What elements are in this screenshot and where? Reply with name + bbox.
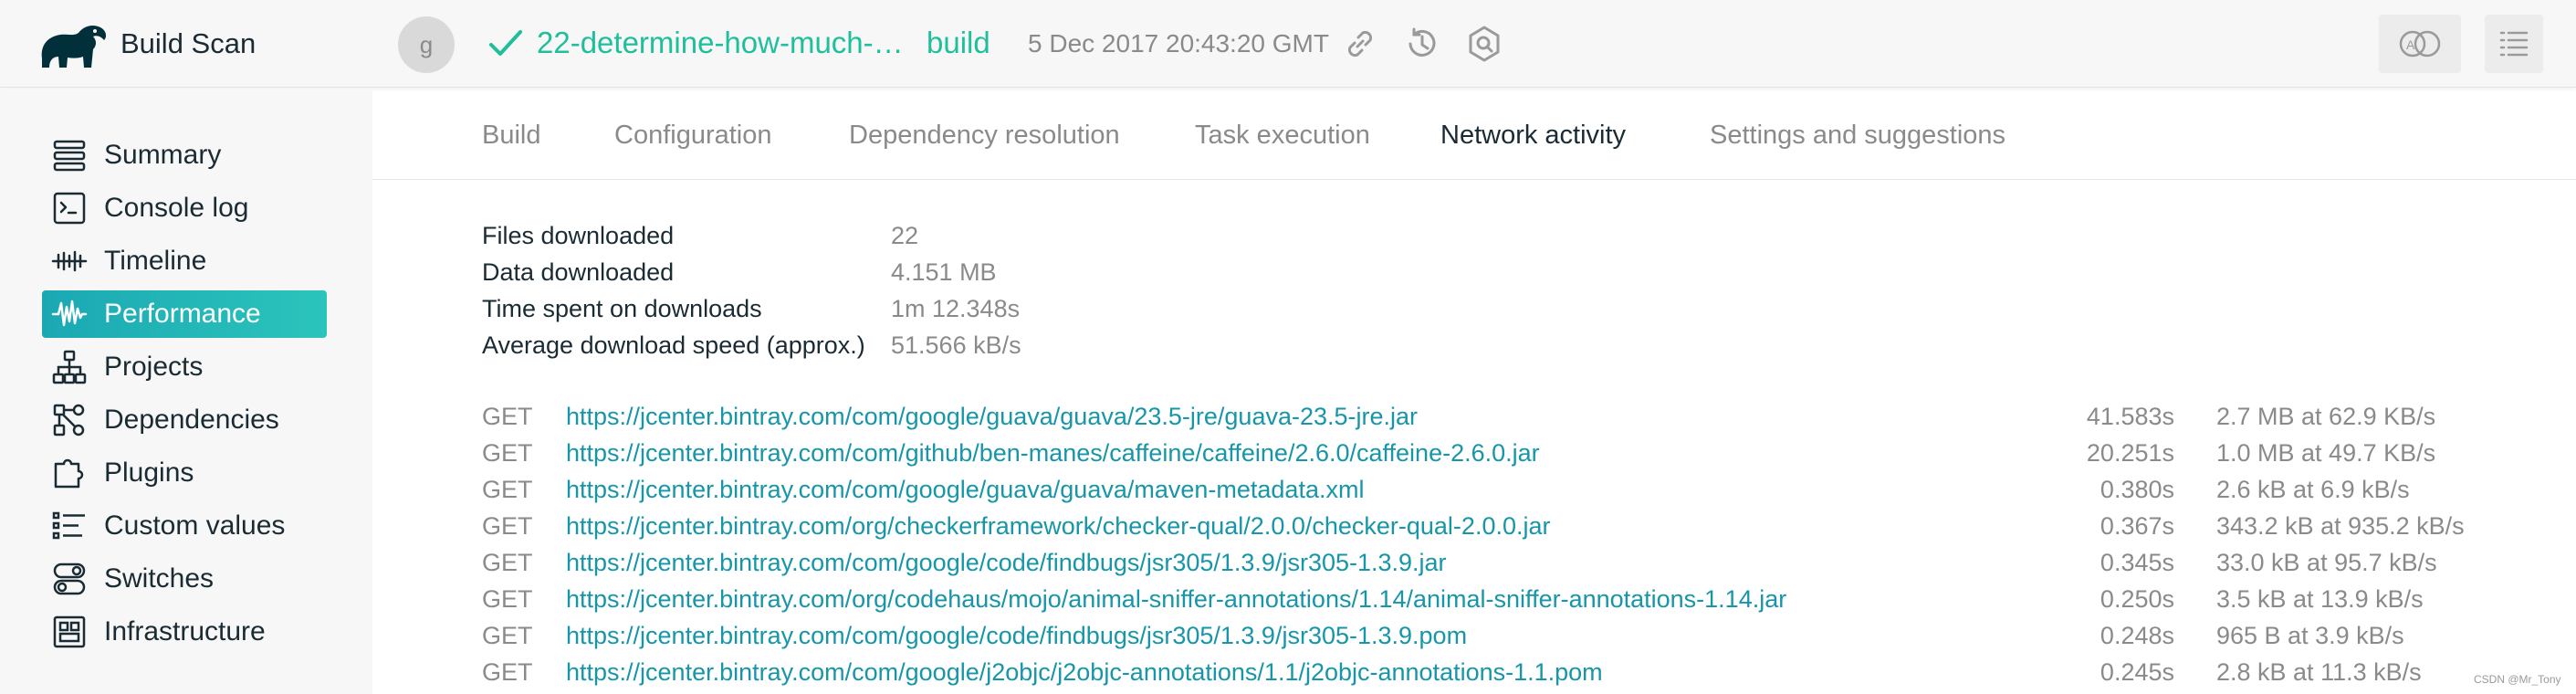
outline-icon bbox=[2499, 31, 2529, 57]
download-size-rate: 33.0 kB at 95.7 kB/s bbox=[2216, 549, 2437, 576]
download-size-rate: 2.8 kB at 11.3 kB/s bbox=[2216, 658, 2422, 686]
download-duration: 0.380s bbox=[2100, 476, 2174, 503]
history-icon[interactable] bbox=[1402, 24, 1442, 64]
sidebar-item-console-log[interactable]: Console log bbox=[42, 184, 327, 232]
stat-value: 51.566 kB/s bbox=[891, 331, 1021, 359]
download-duration: 0.250s bbox=[2100, 585, 2174, 613]
http-method: GET bbox=[482, 512, 533, 540]
download-row: GET https://jcenter.bintray.com/com/gith… bbox=[0, 439, 2576, 476]
download-duration: 20.251s bbox=[2086, 439, 2174, 467]
download-url-link[interactable]: https://jcenter.bintray.com/com/google/c… bbox=[566, 549, 1447, 577]
download-duration: 0.345s bbox=[2100, 549, 2174, 576]
download-size-rate: 965 B at 3.9 kB/s bbox=[2216, 622, 2404, 649]
outline-button[interactable] bbox=[2485, 15, 2543, 73]
sidebar-item-label: Projects bbox=[104, 352, 204, 382]
tab-build[interactable]: Build bbox=[482, 121, 541, 151]
download-url-link[interactable]: https://jcenter.bintray.com/com/google/j… bbox=[566, 658, 1603, 687]
http-method: GET bbox=[482, 658, 533, 686]
download-url-link[interactable]: https://jcenter.bintray.com/com/google/c… bbox=[566, 622, 1467, 650]
download-url-link[interactable]: https://jcenter.bintray.com/com/github/b… bbox=[566, 439, 1540, 468]
stat-label: Time spent on downloads bbox=[482, 295, 762, 322]
success-check-icon bbox=[489, 30, 522, 56]
tab-bar: Build Configuration Dependency resolutio… bbox=[372, 89, 2576, 180]
link-icon[interactable] bbox=[1340, 24, 1380, 64]
sidebar-item-label: Summary bbox=[104, 140, 222, 170]
build-branch-name[interactable]: 22-determine-how-much-… bbox=[537, 26, 904, 60]
gradle-elephant-logo-icon[interactable] bbox=[37, 18, 110, 71]
tab-settings-and-suggestions[interactable]: Settings and suggestions bbox=[1710, 121, 2005, 151]
tab-configuration[interactable]: Configuration bbox=[614, 121, 772, 151]
console-icon bbox=[53, 192, 86, 225]
download-duration: 0.367s bbox=[2100, 512, 2174, 540]
summary-icon bbox=[53, 140, 86, 172]
avatar-letter: g bbox=[419, 30, 434, 58]
sidebar-item-summary[interactable]: Summary bbox=[42, 131, 327, 179]
download-duration: 41.583s bbox=[2086, 403, 2174, 430]
http-method: GET bbox=[482, 622, 533, 649]
download-size-rate: 1.0 MB at 49.7 KB/s bbox=[2216, 439, 2436, 467]
sidebar-item-label: Timeline bbox=[104, 246, 207, 276]
tab-network-activity[interactable]: Network activity bbox=[1440, 121, 1626, 151]
stat-label: Files downloaded bbox=[482, 222, 675, 249]
sidebar-item-label: Console log bbox=[104, 193, 249, 223]
download-duration: 0.245s bbox=[2100, 658, 2174, 686]
stat-value: 22 bbox=[891, 222, 919, 249]
download-row: GET https://jcenter.bintray.com/com/goog… bbox=[0, 658, 2576, 694]
http-method: GET bbox=[482, 476, 533, 503]
http-method: GET bbox=[482, 585, 533, 613]
performance-icon bbox=[51, 300, 88, 327]
http-method: GET bbox=[482, 549, 533, 576]
compare-icon: A bbox=[2399, 30, 2441, 58]
download-size-rate: 2.7 MB at 62.9 KB/s bbox=[2216, 403, 2436, 430]
download-url-link[interactable]: https://jcenter.bintray.com/com/google/g… bbox=[566, 403, 1418, 431]
sidebar-item-label: Performance bbox=[104, 299, 261, 329]
download-row: GET https://jcenter.bintray.com/com/goog… bbox=[0, 622, 2576, 658]
download-url-link[interactable]: https://jcenter.bintray.com/org/checkerf… bbox=[566, 512, 1550, 541]
download-duration: 0.248s bbox=[2100, 622, 2174, 649]
watermark: CSDN @Mr_Tony bbox=[2474, 673, 2561, 686]
scan-icon[interactable] bbox=[1464, 24, 1504, 64]
build-timestamp: 5 Dec 2017 20:43:20 GMT bbox=[1028, 29, 1329, 58]
download-row: GET https://jcenter.bintray.com/com/goog… bbox=[0, 549, 2576, 585]
http-method: GET bbox=[482, 439, 533, 467]
tab-task-execution[interactable]: Task execution bbox=[1195, 121, 1370, 151]
download-url-link[interactable]: https://jcenter.bintray.com/org/codehaus… bbox=[566, 585, 1786, 614]
timeline-icon bbox=[51, 250, 88, 272]
download-row: GET https://jcenter.bintray.com/org/code… bbox=[0, 585, 2576, 622]
svg-text:A: A bbox=[2406, 37, 2415, 52]
stat-label: Average download speed (approx.) bbox=[482, 331, 865, 359]
projects-icon bbox=[52, 350, 87, 384]
stat-value: 1m 12.348s bbox=[891, 295, 1021, 322]
download-row: GET https://jcenter.bintray.com/com/goog… bbox=[0, 476, 2576, 512]
app-title[interactable]: Build Scan bbox=[120, 27, 256, 60]
stat-value: 4.151 MB bbox=[891, 258, 997, 286]
download-size-rate: 3.5 kB at 13.9 kB/s bbox=[2216, 585, 2424, 613]
sidebar-item-projects[interactable]: Projects bbox=[42, 343, 327, 391]
http-method: GET bbox=[482, 403, 533, 430]
stat-label: Data downloaded bbox=[482, 258, 675, 286]
top-bar: Build Scan g 22-determine-how-much-… bui… bbox=[0, 0, 2576, 88]
compare-button[interactable]: A bbox=[2379, 15, 2461, 73]
sidebar-item-performance[interactable]: Performance bbox=[42, 290, 327, 338]
download-row: GET https://jcenter.bintray.com/org/chec… bbox=[0, 512, 2576, 549]
download-row: GET https://jcenter.bintray.com/com/goog… bbox=[0, 403, 2576, 439]
sidebar-item-timeline[interactable]: Timeline bbox=[42, 237, 327, 285]
download-url-link[interactable]: https://jcenter.bintray.com/com/google/g… bbox=[566, 476, 1364, 504]
user-avatar[interactable]: g bbox=[398, 16, 455, 73]
tab-dependency-resolution[interactable]: Dependency resolution bbox=[849, 121, 1120, 151]
download-size-rate: 2.6 kB at 6.9 kB/s bbox=[2216, 476, 2410, 503]
download-size-rate: 343.2 kB at 935.2 kB/s bbox=[2216, 512, 2465, 540]
build-outcome: build bbox=[927, 26, 990, 59]
